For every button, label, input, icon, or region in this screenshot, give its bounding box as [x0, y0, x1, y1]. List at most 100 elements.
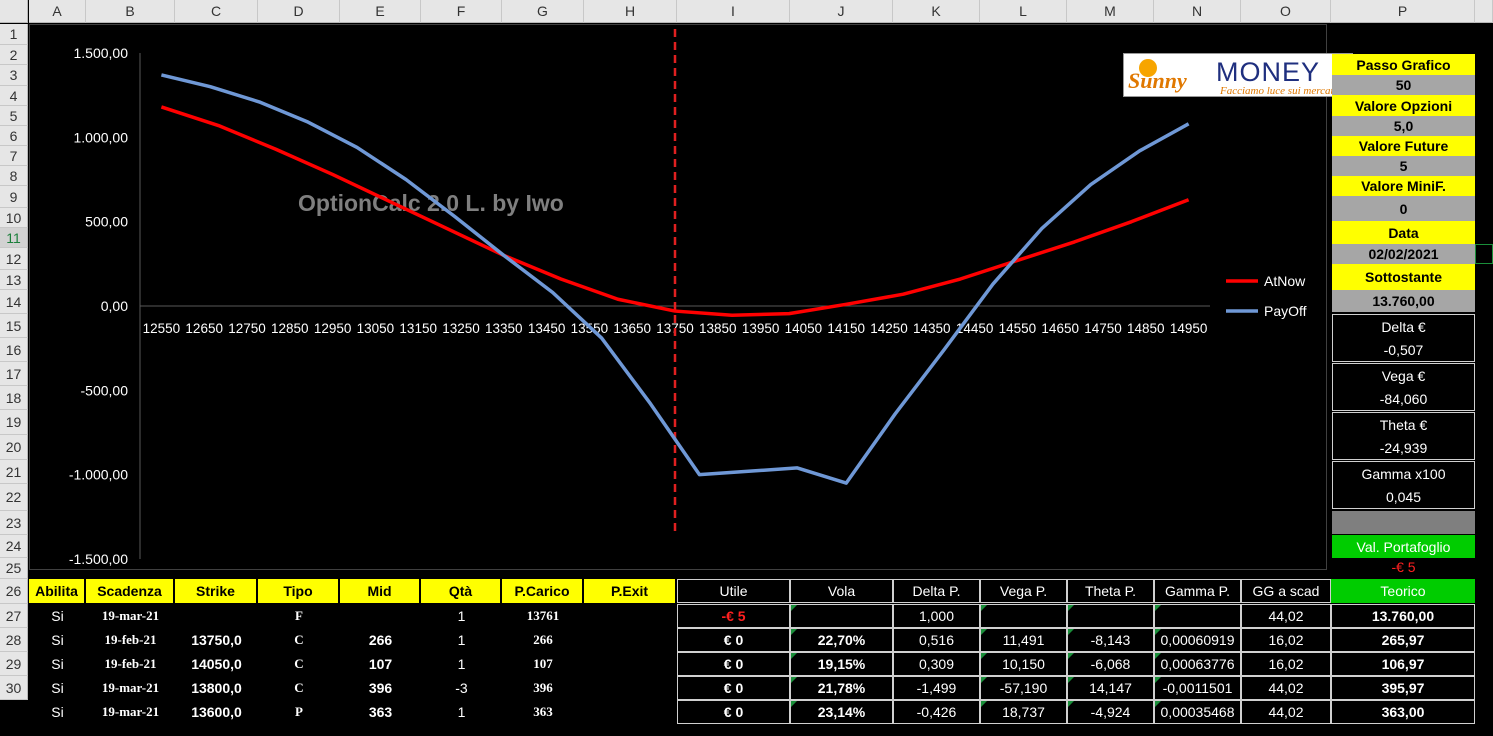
table-cell[interactable]: 396 [502, 676, 584, 700]
table-cell[interactable] [790, 604, 893, 628]
table-cell[interactable]: 10,150 [980, 652, 1067, 676]
column-header-n[interactable]: N [1154, 0, 1241, 23]
table-cell[interactable]: -8,143 [1067, 628, 1154, 652]
table-cell[interactable]: 0,00060919 [1154, 628, 1241, 652]
row-header-19[interactable]: 19 [0, 410, 28, 435]
table-cell[interactable]: C [258, 652, 340, 676]
table-cell[interactable] [584, 604, 677, 628]
table-cell[interactable]: 14050,0 [175, 652, 258, 676]
table-cell[interactable]: 1 [421, 604, 502, 628]
row-header-4[interactable]: 4 [0, 86, 28, 106]
table-cell[interactable]: 0,309 [893, 652, 980, 676]
table-cell[interactable]: -4,924 [1067, 700, 1154, 724]
table-cell[interactable]: 266 [340, 628, 421, 652]
table-cell[interactable]: 19-feb-21 [86, 652, 175, 676]
table-cell[interactable]: 13750,0 [175, 628, 258, 652]
table-cell[interactable]: 19,15% [790, 652, 893, 676]
table-cell[interactable]: 44,02 [1241, 676, 1331, 700]
row-header-25[interactable]: 25 [0, 558, 28, 579]
table-cell[interactable]: € 0 [677, 652, 790, 676]
table-cell[interactable]: 265,97 [1331, 628, 1475, 652]
column-header-e[interactable]: E [340, 0, 421, 23]
table-cell[interactable] [340, 604, 421, 628]
row-header-18[interactable]: 18 [0, 386, 28, 410]
data-value[interactable]: 02/02/2021 [1332, 244, 1475, 264]
row-header-16[interactable]: 16 [0, 338, 28, 362]
table-cell[interactable]: 22,70% [790, 628, 893, 652]
row-header-20[interactable]: 20 [0, 435, 28, 460]
table-cell[interactable] [584, 676, 677, 700]
column-header-g[interactable]: G [502, 0, 584, 23]
row-header-28[interactable]: 28 [0, 628, 28, 652]
table-cell[interactable]: 44,02 [1241, 604, 1331, 628]
table-cell[interactable]: 1,000 [893, 604, 980, 628]
table-cell[interactable]: -1,499 [893, 676, 980, 700]
row-header-5[interactable]: 5 [0, 106, 28, 126]
table-cell[interactable]: 395,97 [1331, 676, 1475, 700]
table-cell[interactable]: -0,0011501 [1154, 676, 1241, 700]
table-cell[interactable] [1067, 604, 1154, 628]
row-header-26[interactable]: 26 [0, 579, 28, 604]
table-cell[interactable]: 106,97 [1331, 652, 1475, 676]
table-cell[interactable]: -6,068 [1067, 652, 1154, 676]
column-header-m[interactable]: M [1067, 0, 1154, 23]
valore-minif-value[interactable]: 0 [1332, 196, 1475, 221]
table-cell[interactable]: 363 [502, 700, 584, 724]
table-cell[interactable]: 0,00063776 [1154, 652, 1241, 676]
row-header-6[interactable]: 6 [0, 126, 28, 146]
row-header-30[interactable]: 30 [0, 676, 28, 700]
valore-opzioni-value[interactable]: 5,0 [1332, 116, 1475, 136]
row-header-3[interactable]: 3 [0, 65, 28, 86]
table-cell[interactable]: 19-mar-21 [86, 604, 175, 628]
row-header-29[interactable]: 29 [0, 652, 28, 676]
table-cell[interactable]: € 0 [677, 628, 790, 652]
table-cell[interactable]: 0,516 [893, 628, 980, 652]
row-header-12[interactable]: 12 [0, 248, 28, 270]
table-cell[interactable]: 16,02 [1241, 652, 1331, 676]
table-cell[interactable]: Si [29, 652, 86, 676]
table-cell[interactable]: 363 [340, 700, 421, 724]
row-header-7[interactable]: 7 [0, 146, 28, 166]
row-header-11[interactable]: 11 [0, 228, 28, 248]
table-cell[interactable]: 16,02 [1241, 628, 1331, 652]
table-cell[interactable]: 0,00035468 [1154, 700, 1241, 724]
table-cell[interactable]: 19-feb-21 [86, 628, 175, 652]
table-cell[interactable]: P [258, 700, 340, 724]
sottostante-value[interactable]: 13.760,00 [1332, 290, 1475, 312]
column-header-f[interactable]: F [421, 0, 502, 23]
row-header-2[interactable]: 2 [0, 45, 28, 65]
table-cell[interactable]: € 0 [677, 676, 790, 700]
table-cell[interactable]: 19-mar-21 [86, 676, 175, 700]
valore-future-value[interactable]: 5 [1332, 156, 1475, 176]
column-header-b[interactable]: B [86, 0, 175, 23]
column-header-l[interactable]: L [980, 0, 1067, 23]
table-cell[interactable]: 13800,0 [175, 676, 258, 700]
table-cell[interactable]: Si [29, 676, 86, 700]
table-cell[interactable]: 21,78% [790, 676, 893, 700]
table-cell[interactable]: 1 [421, 628, 502, 652]
table-cell[interactable]: 266 [502, 628, 584, 652]
table-cell[interactable] [175, 604, 258, 628]
row-header-22[interactable]: 22 [0, 484, 28, 511]
table-cell[interactable]: -0,426 [893, 700, 980, 724]
table-cell[interactable]: 14,147 [1067, 676, 1154, 700]
table-cell[interactable] [584, 700, 677, 724]
row-header-24[interactable]: 24 [0, 535, 28, 558]
table-cell[interactable]: -3 [421, 676, 502, 700]
table-cell[interactable]: 13600,0 [175, 700, 258, 724]
table-cell[interactable]: 107 [502, 652, 584, 676]
table-cell[interactable]: 363,00 [1331, 700, 1475, 724]
row-header-10[interactable]: 10 [0, 208, 28, 228]
column-header-p[interactable]: P [1331, 0, 1475, 23]
column-header-o[interactable]: O [1241, 0, 1331, 23]
column-header-a[interactable]: A [29, 0, 86, 23]
row-header-1[interactable]: 1 [0, 24, 28, 45]
table-cell[interactable]: 23,14% [790, 700, 893, 724]
table-cell[interactable]: 1 [421, 700, 502, 724]
row-header-9[interactable]: 9 [0, 186, 28, 208]
table-cell[interactable]: 396 [340, 676, 421, 700]
passo-grafico-value[interactable]: 50 [1332, 75, 1475, 95]
row-header-15[interactable]: 15 [0, 314, 28, 338]
table-cell[interactable]: 13761 [502, 604, 584, 628]
table-cell[interactable] [980, 604, 1067, 628]
